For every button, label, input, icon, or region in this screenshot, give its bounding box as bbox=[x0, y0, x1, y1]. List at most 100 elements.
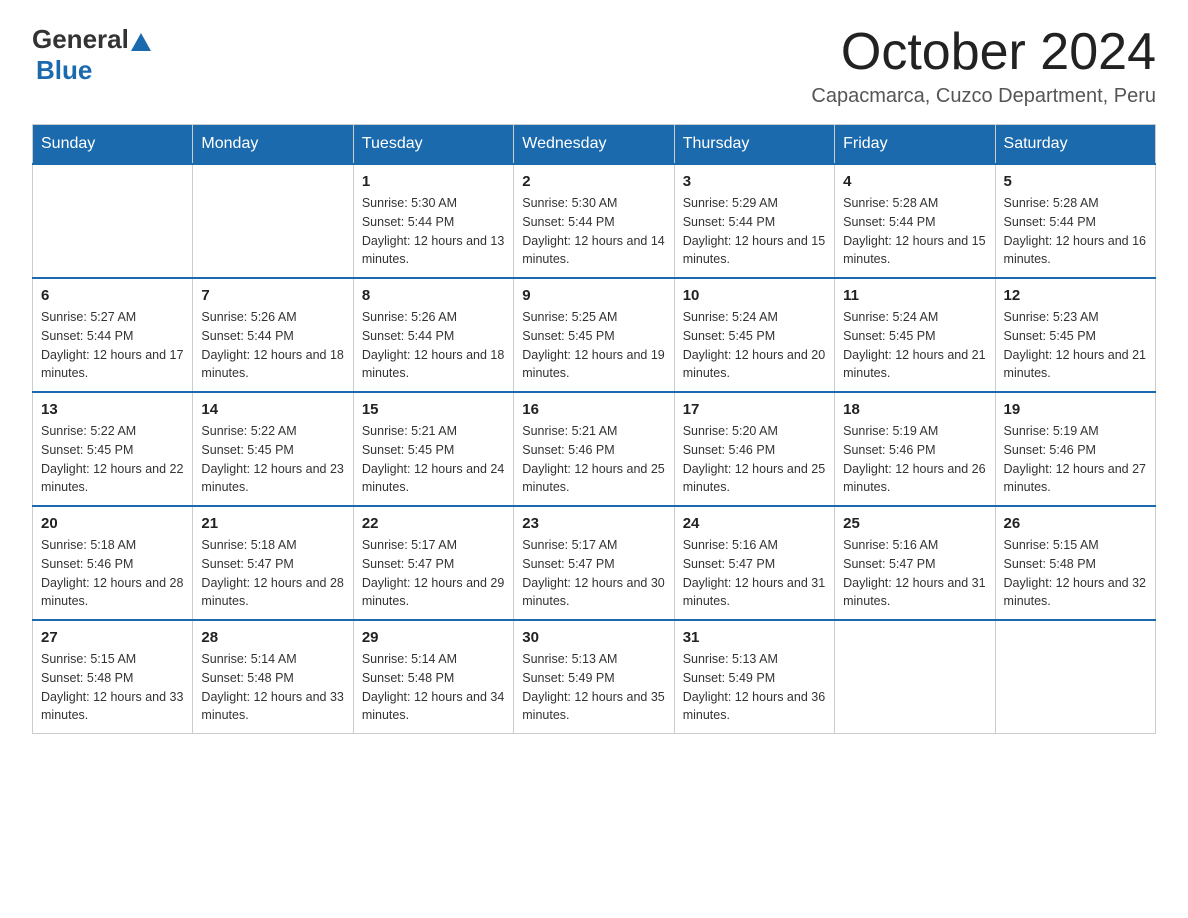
calendar-cell: 7 Sunrise: 5:26 AMSunset: 5:44 PMDaylight… bbox=[193, 278, 353, 392]
day-info: Sunrise: 5:16 AMSunset: 5:47 PMDaylight:… bbox=[843, 536, 986, 611]
location-subtitle: Capacmarca, Cuzco Department, Peru bbox=[811, 85, 1156, 108]
calendar-cell: 24 Sunrise: 5:16 AMSunset: 5:47 PMDayligh… bbox=[674, 506, 834, 620]
calendar-cell: 5 Sunrise: 5:28 AMSunset: 5:44 PMDaylight… bbox=[995, 164, 1155, 278]
calendar-cell: 1 Sunrise: 5:30 AMSunset: 5:44 PMDaylight… bbox=[353, 164, 513, 278]
calendar-cell bbox=[995, 620, 1155, 734]
day-number: 5 bbox=[1004, 173, 1147, 190]
column-header-thursday: Thursday bbox=[674, 125, 834, 165]
logo-triangle-icon bbox=[131, 33, 151, 51]
column-header-saturday: Saturday bbox=[995, 125, 1155, 165]
day-info: Sunrise: 5:23 AMSunset: 5:45 PMDaylight:… bbox=[1004, 308, 1147, 383]
column-header-monday: Monday bbox=[193, 125, 353, 165]
calendar-cell: 29Sunrise: 5:14 AMSunset: 5:48 PMDayligh… bbox=[353, 620, 513, 734]
logo-general-text: General bbox=[32, 24, 129, 55]
calendar-cell: 26 Sunrise: 5:15 AMSunset: 5:48 PMDayligh… bbox=[995, 506, 1155, 620]
day-info: Sunrise: 5:18 AMSunset: 5:46 PMDaylight:… bbox=[41, 536, 184, 611]
calendar-table: SundayMondayTuesdayWednesdayThursdayFrid… bbox=[32, 124, 1156, 734]
week-row-1: 1 Sunrise: 5:30 AMSunset: 5:44 PMDaylight… bbox=[33, 164, 1156, 278]
calendar-cell: 17Sunrise: 5:20 AMSunset: 5:46 PMDayligh… bbox=[674, 392, 834, 506]
day-number: 10 bbox=[683, 287, 826, 304]
day-info: Sunrise: 5:27 AMSunset: 5:44 PMDaylight:… bbox=[41, 308, 184, 383]
column-header-sunday: Sunday bbox=[33, 125, 193, 165]
day-info: Sunrise: 5:25 AMSunset: 5:45 PMDaylight:… bbox=[522, 308, 665, 383]
day-info: Sunrise: 5:19 AMSunset: 5:46 PMDaylight:… bbox=[1004, 422, 1147, 497]
day-info: Sunrise: 5:21 AMSunset: 5:45 PMDaylight:… bbox=[362, 422, 505, 497]
calendar-cell: 18 Sunrise: 5:19 AMSunset: 5:46 PMDayligh… bbox=[835, 392, 995, 506]
day-info: Sunrise: 5:30 AMSunset: 5:44 PMDaylight:… bbox=[522, 194, 665, 269]
day-info: Sunrise: 5:21 AMSunset: 5:46 PMDaylight:… bbox=[522, 422, 665, 497]
column-header-tuesday: Tuesday bbox=[353, 125, 513, 165]
day-info: Sunrise: 5:15 AMSunset: 5:48 PMDaylight:… bbox=[41, 650, 184, 725]
day-info: Sunrise: 5:29 AMSunset: 5:44 PMDaylight:… bbox=[683, 194, 826, 269]
column-header-friday: Friday bbox=[835, 125, 995, 165]
calendar-cell: 30Sunrise: 5:13 AMSunset: 5:49 PMDayligh… bbox=[514, 620, 674, 734]
calendar-cell: 9 Sunrise: 5:25 AMSunset: 5:45 PMDaylight… bbox=[514, 278, 674, 392]
calendar-cell: 21Sunrise: 5:18 AMSunset: 5:47 PMDayligh… bbox=[193, 506, 353, 620]
calendar-cell: 31 Sunrise: 5:13 AMSunset: 5:49 PMDayligh… bbox=[674, 620, 834, 734]
day-info: Sunrise: 5:14 AMSunset: 5:48 PMDaylight:… bbox=[362, 650, 505, 725]
logo-blue-text: Blue bbox=[36, 55, 92, 85]
day-number: 2 bbox=[522, 173, 665, 190]
calendar-cell: 12 Sunrise: 5:23 AMSunset: 5:45 PMDayligh… bbox=[995, 278, 1155, 392]
calendar-cell: 19 Sunrise: 5:19 AMSunset: 5:46 PMDayligh… bbox=[995, 392, 1155, 506]
day-info: Sunrise: 5:19 AMSunset: 5:46 PMDaylight:… bbox=[843, 422, 986, 497]
calendar-header-row: SundayMondayTuesdayWednesdayThursdayFrid… bbox=[33, 125, 1156, 165]
day-info: Sunrise: 5:24 AMSunset: 5:45 PMDaylight:… bbox=[843, 308, 986, 383]
day-number: 1 bbox=[362, 173, 505, 190]
day-number: 26 bbox=[1004, 515, 1147, 532]
month-year-title: October 2024 bbox=[811, 24, 1156, 81]
day-number: 30 bbox=[522, 629, 665, 646]
calendar-cell: 15Sunrise: 5:21 AMSunset: 5:45 PMDayligh… bbox=[353, 392, 513, 506]
day-info: Sunrise: 5:22 AMSunset: 5:45 PMDaylight:… bbox=[201, 422, 344, 497]
calendar-cell: 11Sunrise: 5:24 AMSunset: 5:45 PMDayligh… bbox=[835, 278, 995, 392]
calendar-cell: 20 Sunrise: 5:18 AMSunset: 5:46 PMDayligh… bbox=[33, 506, 193, 620]
logo: General Blue bbox=[32, 24, 153, 86]
calendar-cell: 13Sunrise: 5:22 AMSunset: 5:45 PMDayligh… bbox=[33, 392, 193, 506]
day-number: 21 bbox=[201, 515, 344, 532]
day-number: 12 bbox=[1004, 287, 1147, 304]
day-number: 18 bbox=[843, 401, 986, 418]
calendar-cell: 2 Sunrise: 5:30 AMSunset: 5:44 PMDaylight… bbox=[514, 164, 674, 278]
day-info: Sunrise: 5:14 AMSunset: 5:48 PMDaylight:… bbox=[201, 650, 344, 725]
calendar-cell: 25Sunrise: 5:16 AMSunset: 5:47 PMDayligh… bbox=[835, 506, 995, 620]
day-info: Sunrise: 5:30 AMSunset: 5:44 PMDaylight:… bbox=[362, 194, 505, 269]
day-info: Sunrise: 5:26 AMSunset: 5:44 PMDaylight:… bbox=[362, 308, 505, 383]
day-info: Sunrise: 5:20 AMSunset: 5:46 PMDaylight:… bbox=[683, 422, 826, 497]
calendar-cell: 22 Sunrise: 5:17 AMSunset: 5:47 PMDayligh… bbox=[353, 506, 513, 620]
day-number: 19 bbox=[1004, 401, 1147, 418]
day-info: Sunrise: 5:24 AMSunset: 5:45 PMDaylight:… bbox=[683, 308, 826, 383]
day-info: Sunrise: 5:28 AMSunset: 5:44 PMDaylight:… bbox=[1004, 194, 1147, 269]
day-number: 20 bbox=[41, 515, 184, 532]
day-number: 14 bbox=[201, 401, 344, 418]
day-number: 6 bbox=[41, 287, 184, 304]
calendar-cell: 3 Sunrise: 5:29 AMSunset: 5:44 PMDaylight… bbox=[674, 164, 834, 278]
week-row-2: 6 Sunrise: 5:27 AMSunset: 5:44 PMDaylight… bbox=[33, 278, 1156, 392]
calendar-cell: 23 Sunrise: 5:17 AMSunset: 5:47 PMDayligh… bbox=[514, 506, 674, 620]
week-row-3: 13 Sunrise: 5:22 AMSunset: 5:45 PMDayligh… bbox=[33, 392, 1156, 506]
day-number: 22 bbox=[362, 515, 505, 532]
calendar-cell: 6 Sunrise: 5:27 AMSunset: 5:44 PMDaylight… bbox=[33, 278, 193, 392]
day-info: Sunrise: 5:16 AMSunset: 5:47 PMDaylight:… bbox=[683, 536, 826, 611]
calendar-cell: 28 Sunrise: 5:14 AMSunset: 5:48 PMDayligh… bbox=[193, 620, 353, 734]
day-info: Sunrise: 5:15 AMSunset: 5:48 PMDaylight:… bbox=[1004, 536, 1147, 611]
day-number: 13 bbox=[41, 401, 184, 418]
day-number: 28 bbox=[201, 629, 344, 646]
calendar-cell: 14 Sunrise: 5:22 AMSunset: 5:45 PMDayligh… bbox=[193, 392, 353, 506]
day-info: Sunrise: 5:26 AMSunset: 5:44 PMDaylight:… bbox=[201, 308, 344, 383]
calendar-cell: 10 Sunrise: 5:24 AMSunset: 5:45 PMDayligh… bbox=[674, 278, 834, 392]
day-info: Sunrise: 5:17 AMSunset: 5:47 PMDaylight:… bbox=[522, 536, 665, 611]
calendar-cell: 16 Sunrise: 5:21 AMSunset: 5:46 PMDayligh… bbox=[514, 392, 674, 506]
day-info: Sunrise: 5:13 AMSunset: 5:49 PMDaylight:… bbox=[683, 650, 826, 725]
calendar-cell: 27 Sunrise: 5:15 AMSunset: 5:48 PMDayligh… bbox=[33, 620, 193, 734]
day-number: 16 bbox=[522, 401, 665, 418]
day-number: 3 bbox=[683, 173, 826, 190]
day-number: 9 bbox=[522, 287, 665, 304]
calendar-cell bbox=[835, 620, 995, 734]
day-number: 7 bbox=[201, 287, 344, 304]
day-number: 23 bbox=[522, 515, 665, 532]
day-number: 24 bbox=[683, 515, 826, 532]
day-number: 27 bbox=[41, 629, 184, 646]
day-info: Sunrise: 5:17 AMSunset: 5:47 PMDaylight:… bbox=[362, 536, 505, 611]
week-row-4: 20 Sunrise: 5:18 AMSunset: 5:46 PMDayligh… bbox=[33, 506, 1156, 620]
day-number: 31 bbox=[683, 629, 826, 646]
